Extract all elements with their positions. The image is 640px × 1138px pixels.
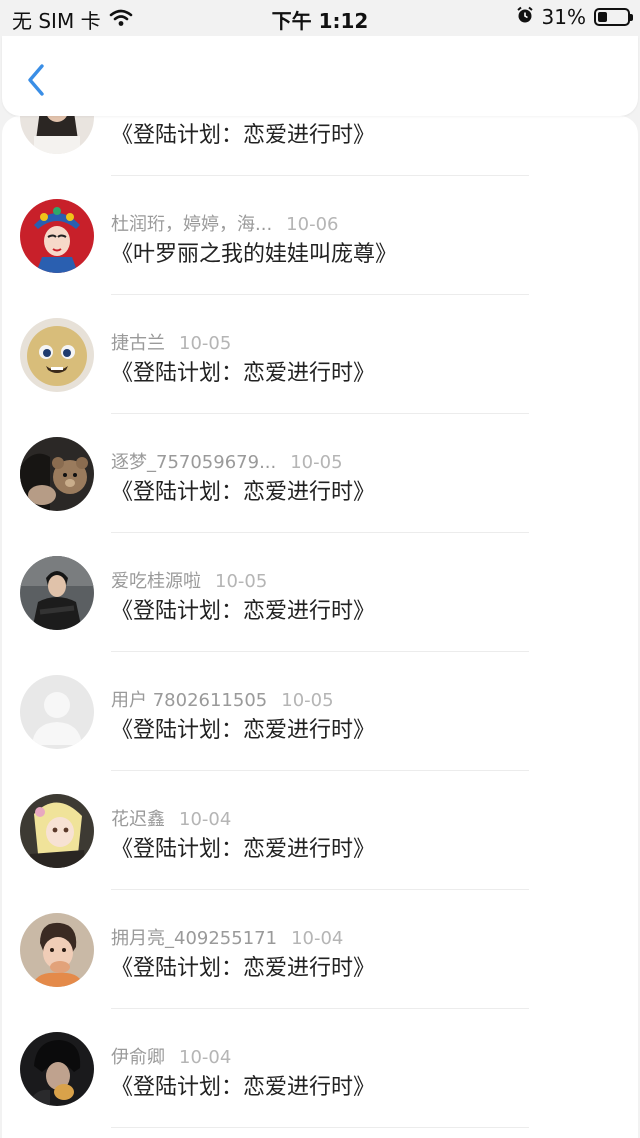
battery-percent: 31% (541, 5, 586, 29)
item-meta: 伊俞卿 10-04 (111, 1043, 231, 1069)
user-name[interactable]: 逐梦_757059679... (111, 452, 276, 473)
user-name[interactable]: 花迟鑫 (111, 809, 165, 830)
item-title[interactable]: 《登陆计划：恋爱进行时》 (111, 117, 375, 149)
item-title[interactable]: 《登陆计划：恋爱进行时》 (111, 593, 375, 625)
user-name[interactable]: 用户 7802611505 (111, 690, 267, 711)
user-name[interactable]: 伊俞卿 (111, 1047, 165, 1068)
user-name[interactable]: 捷古兰 (111, 333, 165, 354)
item-title[interactable]: 《登陆计划：恋爱进行时》 (111, 355, 375, 387)
list-item[interactable]: 花迟鑫 10-04 《登陆计划：恋爱进行时》 (2, 771, 638, 890)
list-item[interactable]: 逐梦_757059679... 10-05 《登陆计划：恋爱进行时》 (2, 414, 638, 533)
list-item[interactable]: 拥月亮_409255171 10-04 《登陆计划：恋爱进行时》 (2, 890, 638, 1009)
list-item[interactable]: 用户 7802611505 10-05 《登陆计划：恋爱进行时》 (2, 652, 638, 771)
item-date: 10-05 (281, 690, 334, 711)
status-bar: 无 SIM 卡 下午 1:12 31% (0, 0, 640, 36)
item-title[interactable]: 《登陆计划：恋爱进行时》 (111, 831, 375, 863)
battery-fill (598, 12, 607, 22)
item-date: 10-04 (179, 1047, 232, 1068)
avatar[interactable] (20, 116, 94, 154)
item-title[interactable]: 《登陆计划：恋爱进行时》 (111, 950, 375, 982)
item-meta: 逐梦_757059679... 10-05 (111, 448, 343, 474)
item-meta: 用户 7802611505 10-05 (111, 686, 334, 712)
item-title[interactable]: 《登陆计划：恋爱进行时》 (111, 712, 375, 744)
list-card: 《登陆计划：恋爱进行时》 杜润珩，婷婷，海... 10-06 《叶罗丽之我的娃娃… (2, 116, 638, 1138)
user-name[interactable]: 爱吃桂源啦 (111, 571, 201, 592)
item-title[interactable]: 《登陆计划：恋爱进行时》 (111, 474, 375, 506)
item-title[interactable]: 《登陆计划：恋爱进行时》 (111, 1069, 375, 1101)
battery-icon (594, 8, 633, 26)
item-date: 10-04 (291, 928, 344, 949)
item-meta: 捷古兰 10-05 (111, 329, 231, 355)
item-title[interactable]: 《叶罗丽之我的娃娃叫庞尊》 (111, 236, 397, 268)
avatar[interactable] (20, 794, 94, 868)
default-user-icon (20, 675, 94, 749)
item-date: 10-05 (215, 571, 268, 592)
status-right: 31% (516, 5, 633, 29)
avatar[interactable] (20, 675, 94, 749)
avatar[interactable] (20, 556, 94, 630)
list-item[interactable]: 捷古兰 10-05 《登陆计划：恋爱进行时》 (2, 295, 638, 414)
avatar[interactable] (20, 1032, 94, 1106)
item-date: 10-05 (290, 452, 343, 473)
avatar[interactable] (20, 318, 94, 392)
item-meta: 杜润珩，婷婷，海... 10-06 (111, 210, 338, 236)
chevron-left-icon (28, 64, 44, 96)
list-item[interactable]: 爱吃桂源啦 10-05 《登陆计划：恋爱进行时》 (2, 533, 638, 652)
list-item[interactable]: 杜润珩，婷婷，海... 10-06 《叶罗丽之我的娃娃叫庞尊》 (2, 176, 638, 295)
item-date: 10-05 (179, 333, 232, 354)
nav-bar (2, 36, 638, 116)
alarm-icon (516, 5, 534, 29)
comment-list: 《登陆计划：恋爱进行时》 杜润珩，婷婷，海... 10-06 《叶罗丽之我的娃娃… (2, 116, 638, 1128)
avatar[interactable] (20, 199, 94, 273)
item-date: 10-04 (179, 809, 232, 830)
divider (111, 1127, 529, 1128)
item-meta: 拥月亮_409255171 10-04 (111, 924, 343, 950)
back-button[interactable] (20, 58, 60, 102)
list-item[interactable]: 伊俞卿 10-04 《登陆计划：恋爱进行时》 (2, 1009, 638, 1128)
item-date: 10-06 (286, 214, 339, 235)
list-item[interactable]: 《登陆计划：恋爱进行时》 (2, 116, 638, 176)
avatar[interactable] (20, 437, 94, 511)
user-name[interactable]: 拥月亮_409255171 (111, 928, 277, 949)
item-meta: 爱吃桂源啦 10-05 (111, 567, 267, 593)
user-name[interactable]: 杜润珩，婷婷，海... (111, 214, 272, 235)
item-meta: 花迟鑫 10-04 (111, 805, 231, 831)
avatar[interactable] (20, 913, 94, 987)
